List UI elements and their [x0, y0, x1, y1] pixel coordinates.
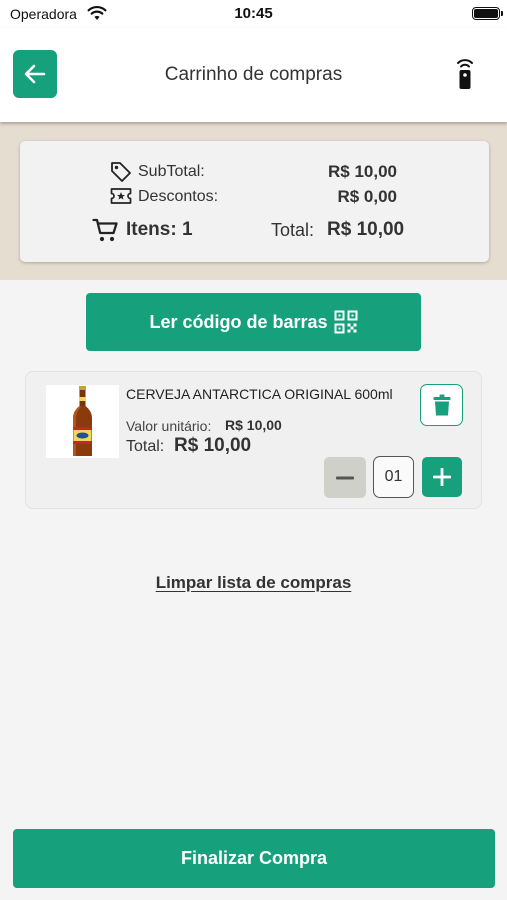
- status-bar: Operadora 10:45: [0, 0, 507, 28]
- total-value: R$ 10,00: [327, 219, 405, 240]
- total-label: Total:: [271, 220, 315, 240]
- tag-icon: [111, 162, 131, 182]
- cart-item: CERVEJA ANTARCTICA ORIGINAL 600ml Valor …: [25, 371, 482, 509]
- item-total-label: Total:: [126, 438, 165, 455]
- product-name: CERVEJA ANTARCTICA ORIGINAL 600ml: [126, 386, 393, 402]
- status-time: 10:45: [234, 5, 273, 22]
- beer-bottle-image: [73, 386, 92, 456]
- cart-summary: SubTotal: R$ 10,00 Descontos: R$ 0,00 It…: [20, 141, 489, 262]
- finish-purchase-label: Finalizar Compra: [180, 848, 328, 868]
- subtotal-label: SubTotal:: [138, 163, 205, 180]
- qr-code-icon: [334, 310, 358, 334]
- unit-price-value: R$ 10,00: [225, 417, 282, 433]
- increase-quantity-button[interactable]: [422, 457, 462, 497]
- item-total-value: R$ 10,00: [174, 435, 252, 456]
- cart-icon: [92, 218, 118, 242]
- finish-purchase-button[interactable]: Finalizar Compra: [13, 829, 495, 888]
- remove-item-button[interactable]: [420, 384, 463, 426]
- decrease-quantity-button[interactable]: [324, 457, 366, 498]
- battery-icon: [472, 7, 503, 20]
- plus-icon: [433, 468, 451, 486]
- trash-icon: [433, 394, 450, 416]
- quantity-field[interactable]: 01: [373, 456, 414, 498]
- clear-list-link[interactable]: Limpar lista de compras: [0, 573, 507, 593]
- page-title: Carrinho de compras: [164, 64, 343, 85]
- navigation-bar: Carrinho de compras: [0, 28, 507, 122]
- subtotal-value: R$ 10,00: [328, 162, 397, 181]
- discount-ticket-icon: [110, 188, 132, 204]
- minus-icon: [336, 476, 354, 479]
- remote-control-icon[interactable]: [452, 58, 478, 90]
- discount-value: R$ 0,00: [337, 187, 397, 206]
- unit-price-label: Valor unitário:: [126, 418, 212, 434]
- scan-barcode-button[interactable]: Ler código de barras: [86, 293, 421, 351]
- discount-label: Descontos:: [138, 188, 219, 205]
- items-count: Itens: 1: [126, 219, 193, 240]
- scan-barcode-label: Ler código de barras: [149, 311, 328, 332]
- product-image: [46, 385, 119, 458]
